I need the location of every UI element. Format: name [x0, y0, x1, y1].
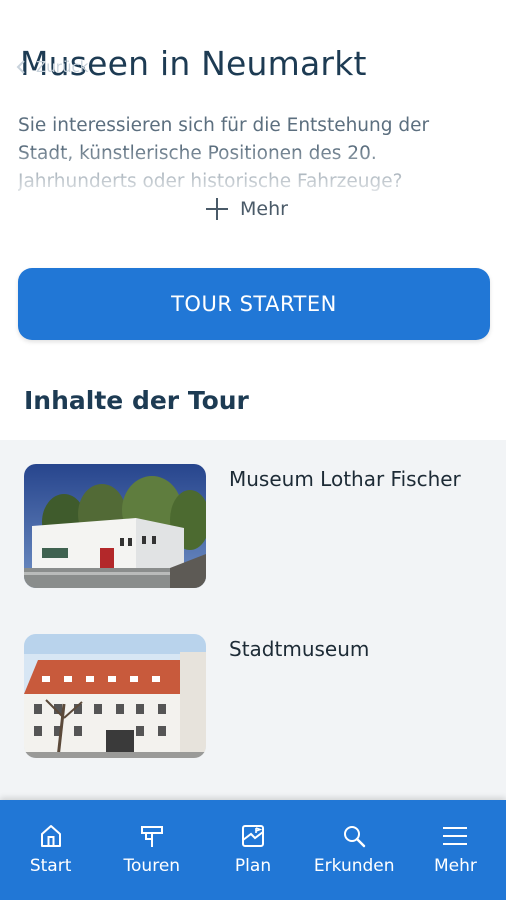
tour-item-stadtmuseum[interactable]: Stadtmuseum: [0, 634, 506, 764]
nav-label: Start: [29, 856, 72, 876]
start-tour-button[interactable]: TOUR STARTEN: [18, 268, 490, 340]
map-icon: [242, 825, 264, 847]
nav-item-touren[interactable]: Touren: [101, 800, 202, 900]
back-button[interactable]: Zurück: [14, 52, 88, 82]
tour-item-museum-lothar-fischer[interactable]: Museum Lothar Fischer: [0, 464, 506, 594]
nav-label: Erkunden: [313, 856, 395, 876]
plus-icon: [206, 198, 228, 220]
section-title: Inhalte der Tour: [24, 386, 249, 415]
more-toggle-button[interactable]: Mehr: [206, 194, 288, 224]
intro-fade-overlay: [0, 150, 506, 200]
signpost-icon: [140, 826, 163, 847]
back-label: Zurück: [36, 58, 89, 76]
stadtmuseum-image: [24, 634, 206, 758]
nav-item-plan[interactable]: Plan: [202, 800, 303, 900]
nav-label: Mehr: [433, 856, 477, 876]
nav-item-mehr[interactable]: Mehr: [405, 800, 506, 900]
nav-item-erkunden[interactable]: Erkunden: [304, 800, 405, 900]
tour-item-title: Museum Lothar Fischer: [229, 467, 461, 491]
more-label: Mehr: [240, 198, 288, 220]
tour-content-list: Museum Lothar Fischer Stadtmuseum: [0, 440, 506, 800]
search-icon: [344, 826, 366, 848]
home-icon: [40, 825, 61, 847]
museum-lothar-fischer-image: [24, 464, 206, 588]
nav-label: Touren: [123, 856, 181, 876]
nav-item-start[interactable]: Start: [0, 800, 101, 900]
bottom-navigation: Start Touren Plan Erkunden Mehr: [0, 800, 506, 900]
chevron-left-icon: [16, 60, 25, 74]
tour-item-title: Stadtmuseum: [229, 637, 370, 661]
menu-icon: [443, 827, 468, 845]
nav-label: Plan: [234, 856, 272, 876]
